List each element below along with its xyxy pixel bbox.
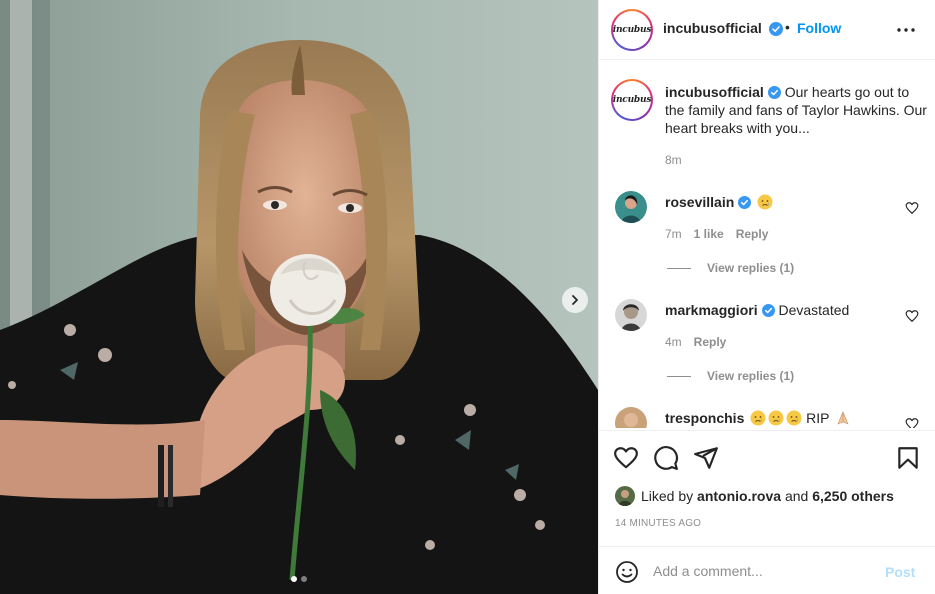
verified-icon	[767, 86, 781, 99]
view-replies-button[interactable]: View replies (1)	[667, 261, 794, 275]
liked-by-user[interactable]: antonio.rova	[697, 488, 781, 504]
comment-icon[interactable]	[653, 445, 679, 471]
separator-dot: •	[785, 19, 790, 35]
verified-icon	[738, 196, 752, 209]
emoji-icon[interactable]	[615, 560, 639, 584]
follow-button[interactable]: Follow	[797, 20, 841, 36]
post-side-panel: incubus incubusofficial • Follow incubus…	[598, 0, 935, 594]
verified-icon	[761, 304, 775, 317]
crying-face-icon	[768, 410, 784, 426]
comment-time: 7m	[665, 227, 682, 241]
caption-author-username[interactable]: incubusofficial	[665, 84, 764, 100]
caption-text-block: incubusofficial Our hearts go out to the…	[665, 83, 930, 137]
commenter-avatar[interactable]	[615, 191, 647, 223]
carousel-dot	[301, 576, 307, 582]
post-action-bar	[599, 430, 935, 482]
like-comment-heart-icon[interactable]	[905, 201, 919, 215]
like-comment-heart-icon[interactable]	[905, 309, 919, 323]
comment-body: rosevillain	[665, 193, 773, 211]
like-heart-icon[interactable]	[613, 445, 639, 471]
comment-likes[interactable]: 1 like	[694, 227, 724, 241]
folded-hands-icon	[837, 411, 849, 425]
commenter-username[interactable]: markmaggiori	[665, 302, 758, 318]
post-photo	[0, 0, 598, 594]
carousel-indicator	[0, 576, 598, 582]
view-replies-label: View replies (1)	[707, 369, 795, 383]
bookmark-icon[interactable]	[895, 445, 921, 471]
likes-summary[interactable]: Liked by antonio.rova and 6,250 others	[615, 486, 894, 506]
view-replies-label: View replies (1)	[707, 261, 795, 275]
carousel-dot	[291, 576, 297, 582]
carousel-next-button[interactable]	[562, 287, 588, 313]
comment-body: tresponchis RIP	[665, 409, 851, 427]
crying-face-icon	[786, 410, 802, 426]
instagram-post-modal: incubus incubusofficial • Follow incubus…	[0, 0, 935, 594]
comment-time: 4m	[665, 335, 682, 349]
verified-icon	[769, 22, 783, 36]
liked-by-and: and	[784, 488, 809, 504]
caption-author-avatar[interactable]: incubus	[611, 79, 653, 121]
comment-text: RIP	[806, 410, 830, 426]
author-avatar[interactable]: incubus	[611, 9, 653, 51]
likes-count[interactable]: 6,250 others	[812, 488, 894, 504]
author-logo: incubus	[612, 25, 652, 35]
post-comment-button[interactable]: Post	[885, 564, 915, 580]
comments-list[interactable]: incubus incubusofficial Our hearts go ou…	[599, 61, 935, 428]
reply-button[interactable]: Reply	[694, 335, 727, 349]
commenter-username[interactable]: rosevillain	[665, 194, 734, 210]
comment-meta: 4m Reply	[665, 335, 726, 349]
chevron-right-icon	[572, 295, 578, 305]
reply-button[interactable]: Reply	[736, 227, 769, 241]
commenter-avatar[interactable]	[615, 299, 647, 331]
more-options-icon[interactable]	[895, 22, 917, 38]
comment-input[interactable]	[653, 559, 873, 583]
share-icon[interactable]	[693, 445, 719, 471]
crying-face-icon	[757, 194, 773, 210]
post-header: incubus incubusofficial • Follow	[599, 0, 935, 60]
replies-line	[667, 267, 691, 269]
view-replies-button[interactable]: View replies (1)	[667, 369, 794, 383]
commenter-avatar[interactable]	[615, 407, 647, 428]
commenter-username[interactable]: tresponchis	[665, 410, 744, 426]
caption-time: 8m	[665, 153, 682, 167]
comment-meta: 7m 1 like Reply	[665, 227, 768, 241]
post-timestamp[interactable]: 14 MINUTES AGO	[615, 518, 701, 529]
crying-face-icon	[750, 410, 766, 426]
post-media[interactable]	[0, 0, 598, 594]
author-username[interactable]: incubusofficial	[663, 20, 762, 36]
like-comment-heart-icon[interactable]	[905, 417, 919, 428]
liker-avatar	[615, 486, 635, 506]
liked-by-prefix: Liked by	[641, 488, 694, 504]
comment-body: markmaggiori Devastated	[665, 301, 849, 319]
replies-line	[667, 375, 691, 377]
comment-text: Devastated	[778, 302, 850, 318]
comment-composer: Post	[599, 546, 935, 594]
caption-author-logo: incubus	[612, 95, 652, 105]
